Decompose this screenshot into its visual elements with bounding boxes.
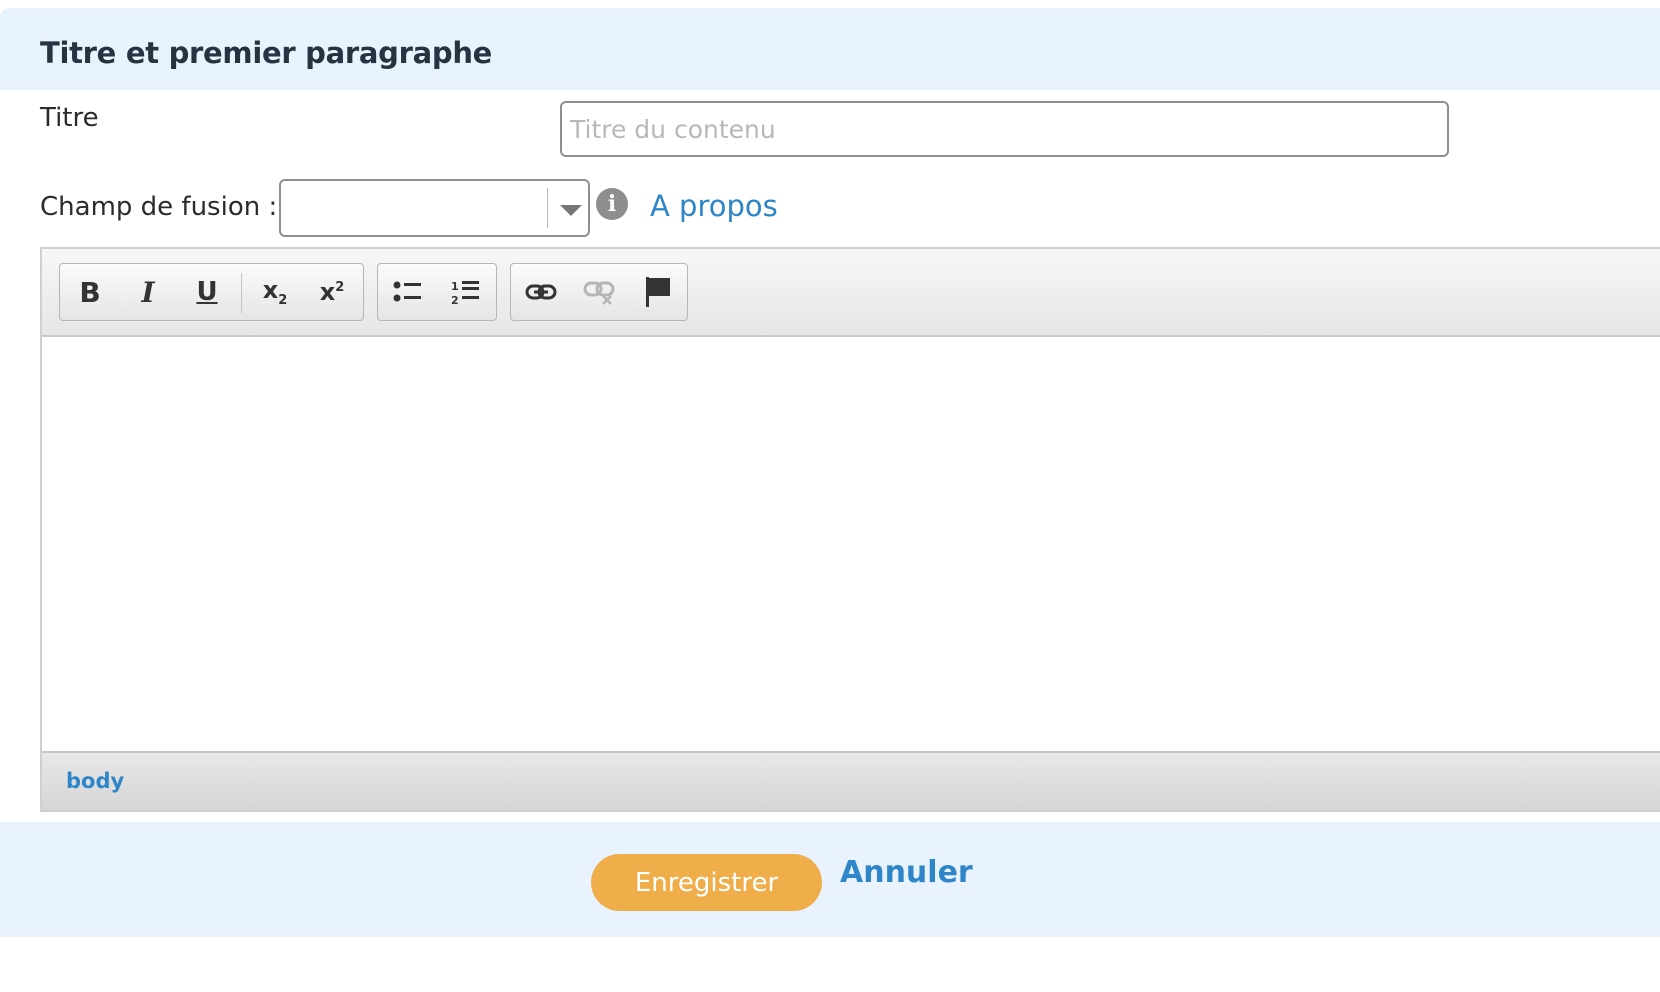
chevron-down-icon[interactable] (560, 205, 582, 216)
subscript-icon: x2 (262, 276, 288, 308)
rich-text-editor: B I U x2 x2 1 2 body (40, 247, 1660, 812)
bold-icon: B (79, 275, 101, 309)
underline-icon: U (196, 277, 218, 307)
select-separator (547, 188, 548, 228)
info-icon[interactable]: i (596, 188, 628, 220)
svg-text:1: 1 (451, 280, 459, 293)
merge-field-label: Champ de fusion : (40, 192, 278, 222)
editor-status-bar: body (42, 751, 1660, 810)
merge-field-select[interactable] (279, 179, 590, 237)
save-button[interactable]: Enregistrer (591, 854, 822, 911)
format-toolbar-group: B I U x2 x2 (59, 263, 364, 321)
about-link[interactable]: A propos (650, 189, 778, 223)
underline-button[interactable]: U (181, 264, 233, 320)
bold-button[interactable]: B (64, 264, 116, 320)
editor-toolbar: B I U x2 x2 1 2 (42, 249, 1660, 337)
list-toolbar-group: 1 2 (377, 263, 497, 321)
toolbar-separator (241, 273, 242, 313)
bulleted-list-icon (393, 281, 421, 302)
unlink-icon (583, 281, 615, 305)
form-actions: Enregistrer Annuler (0, 822, 1660, 937)
italic-icon: I (141, 275, 155, 309)
title-label: Titre (40, 103, 99, 133)
link-button[interactable] (515, 264, 567, 320)
link-toolbar-group (510, 263, 688, 321)
section-title: Titre et premier paragraphe (40, 36, 493, 70)
italic-button[interactable]: I (122, 264, 174, 320)
numbered-list-icon: 1 2 (451, 280, 479, 306)
form-page: Titre et premier paragraphe Titre Champ … (0, 0, 1660, 992)
subscript-button[interactable]: x2 (249, 264, 301, 320)
svg-text:2: 2 (451, 294, 459, 306)
superscript-icon: x2 (319, 278, 345, 306)
superscript-button[interactable]: x2 (306, 264, 358, 320)
cancel-link[interactable]: Annuler (840, 855, 973, 890)
title-input[interactable] (560, 101, 1449, 157)
section-header: Titre et premier paragraphe (0, 8, 1660, 90)
bulleted-list-button[interactable] (382, 264, 434, 320)
page-bottom (0, 937, 1660, 992)
anchor-flag-icon (646, 277, 670, 307)
editor-content-area[interactable] (42, 337, 1660, 753)
unlink-button[interactable] (573, 264, 625, 320)
element-path[interactable]: body (66, 769, 124, 793)
link-icon (525, 284, 557, 300)
numbered-list-button[interactable]: 1 2 (440, 264, 492, 320)
anchor-button[interactable] (632, 264, 684, 320)
